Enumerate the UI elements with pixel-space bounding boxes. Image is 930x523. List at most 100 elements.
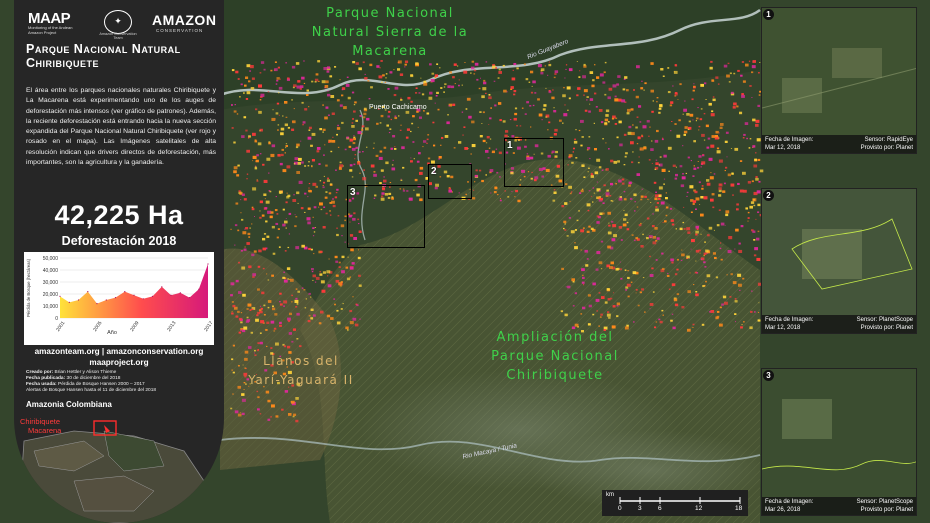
forest-loss-patch (322, 271, 326, 274)
forest-loss-patch (326, 179, 330, 182)
forest-loss-patch (295, 62, 300, 65)
forest-loss-patch (655, 206, 658, 208)
forest-loss-patch (458, 141, 462, 144)
website-link-maap[interactable]: maaproject.org (14, 358, 224, 367)
forest-loss-patch (754, 247, 758, 251)
forest-loss-patch (693, 140, 696, 143)
inset-image-1[interactable]: 1 Fecha de Imagen: Sensor: RapidEye Mar … (761, 7, 917, 154)
inset-image-3[interactable]: 3 Fecha de Imagen: Sensor: PlanetScope M… (761, 368, 917, 516)
forest-loss-patch (710, 144, 715, 148)
forest-loss-patch (502, 64, 505, 67)
forest-loss-patch (711, 135, 715, 138)
forest-loss-patch (241, 218, 244, 221)
forest-loss-patch (450, 85, 455, 89)
forest-loss-patch (296, 338, 299, 340)
forest-loss-patch (661, 168, 666, 172)
y-tick-label: 0 (55, 316, 58, 322)
forest-loss-patch (640, 245, 644, 248)
forest-loss-patch (362, 61, 365, 64)
forest-loss-patch (692, 119, 694, 121)
forest-loss-patch (601, 169, 604, 171)
forest-loss-patch (277, 228, 280, 230)
forest-loss-patch (710, 198, 714, 202)
forest-loss-patch (652, 291, 655, 293)
forest-loss-patch (235, 315, 239, 318)
forest-loss-patch (607, 298, 611, 301)
town-label: Puerto Cachicamo (369, 104, 427, 111)
credit-value: Pérdida de Bosque Hansen 2000 – 2017 (58, 382, 145, 387)
forest-loss-patch (613, 160, 618, 164)
forest-loss-patch (695, 291, 698, 293)
forest-loss-patch (595, 298, 600, 302)
inset-footer: Fecha de Imagen: Sensor: PlanetScope Mar… (762, 497, 916, 515)
forest-loss-patch (659, 104, 663, 107)
amazon-conservation-logo[interactable]: AMAZON (152, 12, 216, 28)
forest-loss-patch (598, 325, 600, 327)
website-links[interactable]: amazonteam.org | amazonconservation.org (14, 347, 224, 356)
forest-loss-patch (294, 299, 299, 303)
forest-loss-patch (642, 125, 647, 129)
forest-loss-patch (588, 190, 591, 192)
forest-loss-patch (240, 212, 242, 214)
forest-loss-patch (728, 236, 733, 240)
forest-loss-patch (627, 270, 629, 272)
forest-loss-patch (252, 155, 257, 159)
forest-loss-patch (286, 267, 291, 270)
forest-loss-patch (571, 278, 575, 282)
forest-loss-patch (235, 70, 239, 74)
study-area-box-1[interactable]: 1 (504, 138, 564, 187)
forest-loss-patch (698, 181, 701, 184)
forest-loss-patch (359, 318, 361, 320)
forest-loss-patch (670, 258, 674, 262)
forest-loss-patch (611, 117, 615, 120)
forest-loss-patch (433, 144, 436, 147)
inset-image-2[interactable]: 2 Fecha de Imagen: Sensor: PlanetScope M… (761, 188, 917, 334)
forest-loss-patch (529, 105, 532, 107)
forest-loss-patch (599, 73, 604, 77)
forest-loss-patch (753, 254, 757, 257)
forest-loss-patch (410, 74, 413, 77)
forest-loss-patch (588, 167, 590, 169)
act-logo-icon[interactable]: ✦ (104, 10, 132, 34)
forest-loss-patch (740, 74, 743, 77)
chiribiquete-label-line: Chiribiquete (506, 368, 604, 383)
forest-loss-patch (392, 159, 394, 161)
forest-loss-patch (286, 165, 291, 169)
forest-loss-patch (625, 152, 628, 155)
forest-loss-patch (513, 63, 517, 66)
study-area-box-2[interactable]: 2 (428, 164, 472, 199)
forest-loss-patch (256, 314, 259, 317)
forest-loss-patch (248, 346, 252, 349)
forest-loss-patch (347, 329, 349, 331)
forest-loss-patch (258, 249, 262, 253)
forest-loss-patch (615, 183, 617, 185)
forest-loss-patch (656, 101, 658, 103)
forest-loss-patch (623, 191, 626, 193)
forest-loss-patch (236, 113, 239, 115)
forest-loss-patch (660, 201, 665, 205)
forest-loss-patch (596, 158, 601, 162)
forest-loss-patch (741, 94, 745, 98)
forest-loss-patch (414, 178, 418, 182)
study-area-box-3[interactable]: 3 (347, 185, 425, 248)
forest-loss-patch (633, 321, 635, 323)
forest-loss-patch (642, 277, 645, 279)
forest-loss-patch (732, 194, 734, 196)
credit-value: 30 de diciembre del 2018 (66, 376, 121, 381)
forest-loss-patch (296, 85, 301, 89)
forest-loss-patch (427, 134, 430, 136)
forest-loss-patch (256, 180, 259, 182)
forest-loss-patch (619, 268, 622, 271)
forest-loss-patch (329, 210, 331, 212)
forest-loss-patch (706, 182, 711, 186)
forest-loss-patch (240, 250, 243, 252)
forest-loss-patch (258, 110, 262, 114)
forest-loss-patch (729, 296, 732, 298)
forest-loss-patch (233, 110, 237, 113)
forest-loss-patch (233, 170, 237, 174)
forest-loss-patch (466, 97, 471, 101)
forest-loss-patch (355, 119, 358, 122)
forest-loss-patch (254, 216, 255, 217)
forest-loss-patch (279, 78, 281, 80)
forest-loss-patch (674, 303, 679, 307)
